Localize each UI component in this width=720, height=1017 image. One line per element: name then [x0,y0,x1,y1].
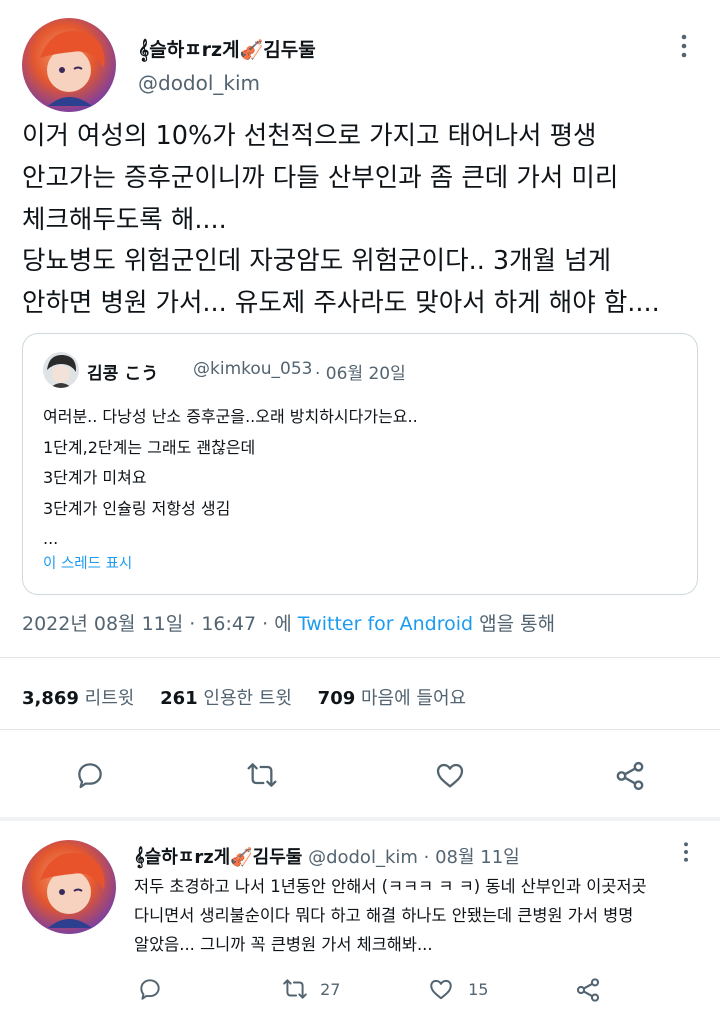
tweet-body-line: 당뇨병도 위험군인데 자궁암도 위험군이다.. 3개월 넘게 [22,246,612,277]
quoted-line: ... [43,529,59,548]
tweet-datetime[interactable]: 2022년 08월 11일 · 16:47 · 에 [22,613,292,635]
author-handle[interactable]: @dodol_kim [138,71,260,95]
tweet-stats: 3,869 리트윗 261 인용한 트윗 709 마음에 들어요 [22,684,466,710]
reply-date[interactable]: · 08월 11일 [424,847,520,868]
quoted-author-name[interactable]: 김콩 こう [87,359,158,384]
retweet-arrows-icon[interactable] [246,759,278,791]
reply-retweet-action[interactable]: 27 [281,976,340,1002]
heart-icon[interactable] [433,759,467,791]
reply-author-avatar[interactable] [22,840,116,934]
retweet-label: 리트윗 [84,688,135,709]
divider [0,729,720,730]
section-divider [0,817,720,821]
show-thread-link[interactable]: 이 스레드 표시 [43,552,132,573]
reply-header: 𝄞슬하ㅍrz게🎻김두둘 @dodol_kim · 08월 11일 [134,843,520,869]
tweet-body-line: 안고가는 증후군이니까 다들 산부인과 좀 큰데 가서 미리 [22,162,619,193]
reply-author-name[interactable]: 𝄞슬하ㅍrz게🎻김두둘 [134,847,302,868]
retweet-arrows-icon [281,976,309,1002]
reply-line: 다니면서 생리불순이다 뭐다 하고 해결 하나도 안됐는데 큰병원 가서 병명 [134,906,634,925]
tweet-body-line: 안하면 병원 가서... 유도제 주사라도 맞아서 하게 해야 함.... [22,288,660,319]
reply-body: 저두 초경하고 나서 1년동안 안해서 (ㅋㅋㅋ ㅋ ㅋ) 동네 산부인과 이곳… [134,872,647,959]
heart-icon [427,976,455,1002]
like-count: 709 [317,688,356,709]
reply-line: 알았음... 그니까 꼭 큰병원 가서 체크해봐... [134,935,433,954]
tweet-body-line: 체크해두도록 해.... [22,204,227,235]
quoted-tweet-card[interactable]: 김콩 こう @kimkou_053 · 06월 20일 여러분.. 다낭성 난소… [22,333,698,595]
quoted-author-avatar[interactable] [43,352,79,388]
quoted-line: 3단계가 인슐링 저항성 생김 [43,498,231,518]
share-icon[interactable] [574,976,602,1004]
tweet-body: 이거 여성의 10%가 선천적으로 가지고 태어나서 평생 안고가는 증후군이니… [22,116,712,325]
reply-line: 저두 초경하고 나서 1년동안 안해서 (ㅋㅋㅋ ㅋ ㅋ) 동네 산부인과 이곳… [134,877,647,896]
reply-like-action[interactable]: 15 [427,976,488,1002]
quote-label: 인용한 트윗 [203,688,292,709]
quoted-tweet-text: 여러분.. 다낭성 난소 증후군을..오래 방치하시다가는요.. 1단계,2단계… [43,402,418,555]
like-stat[interactable]: 709 마음에 들어요 [318,688,466,709]
reply-author-handle[interactable]: @dodol_kim [308,847,418,868]
tweet-meta: 2022년 08월 11일 · 16:47 · 에 Twitter for An… [22,609,555,636]
share-icon[interactable] [613,759,647,793]
like-label: 마음에 들어요 [360,688,467,709]
quote-stat[interactable]: 261 인용한 트윗 [160,688,318,709]
retweet-count: 3,869 [22,688,79,709]
more-dots-icon[interactable] [679,840,693,864]
author-avatar[interactable] [22,18,116,112]
tweet-source-link[interactable]: Twitter for Android [298,613,473,635]
quoted-author-handle[interactable]: @kimkou_053 [193,359,313,379]
reply-like-count: 15 [468,979,489,999]
quoted-line: 1단계,2단계는 그래도 괜찮은데 [43,437,256,457]
author-display-name[interactable]: 𝄞슬하ㅍrz게🎻김두둘 [138,35,316,62]
quoted-tweet-date[interactable]: · 06월 20일 [315,359,406,384]
tweet-source-suffix: 앱을 통해 [479,613,556,635]
retweet-stat[interactable]: 3,869 리트윗 [22,688,160,709]
quote-count: 261 [160,688,198,709]
more-dots-icon[interactable] [676,32,692,60]
divider [0,657,720,658]
tweet-body-line: 이거 여성의 10%가 선천적으로 가지고 태어나서 평생 [22,121,597,151]
quoted-line: 여러분.. 다낭성 난소 증후군을..오래 방치하시다가는요.. [43,407,418,426]
quoted-line: 3단계가 미쳐요 [43,468,147,487]
reply-bubble-icon[interactable] [137,976,163,1002]
reply-bubble-icon[interactable] [74,759,106,791]
reply-retweet-count: 27 [320,979,341,999]
